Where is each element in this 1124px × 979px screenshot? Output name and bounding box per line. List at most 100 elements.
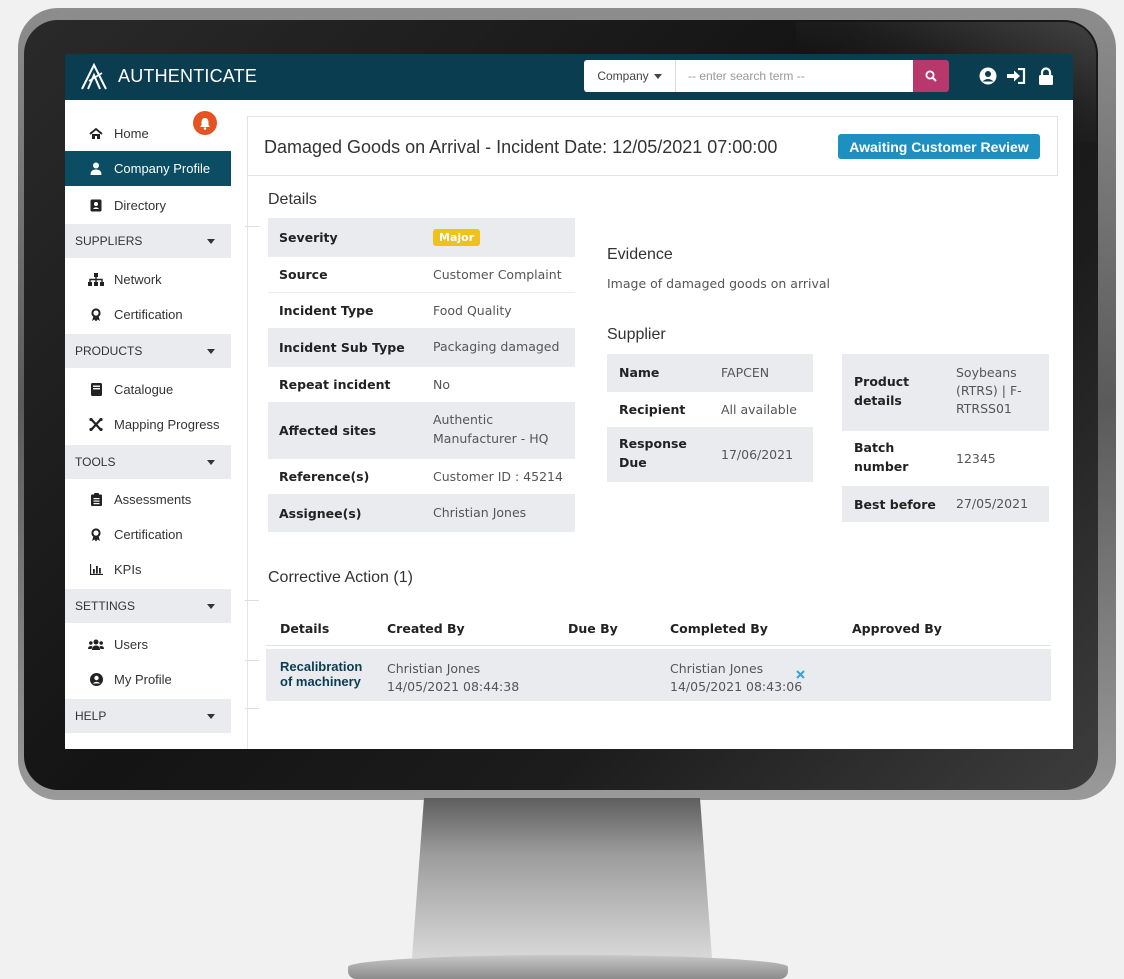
- logo-icon: [81, 63, 107, 90]
- section-label: HELP: [75, 709, 107, 723]
- search-button[interactable]: [913, 60, 949, 92]
- product-details-label-line1: Product: [854, 374, 910, 389]
- project-diagram-icon: [87, 418, 105, 432]
- sidebar-item-users[interactable]: Users: [65, 627, 231, 662]
- details-row-affected-sites: Affected sites Authentic Manufacturer - …: [268, 402, 575, 458]
- supplier-name-value: FAPCEN: [721, 364, 770, 380]
- product-row-batch: Batch number 12345: [842, 430, 1049, 486]
- column-header-completed-by: Completed By: [670, 621, 768, 636]
- sidebar-item-label: Users: [114, 637, 148, 652]
- product-details-label-line2: details: [854, 393, 902, 408]
- bell-icon: [200, 117, 210, 130]
- references-value: Customer ID : 45214: [433, 468, 563, 484]
- content-border: [247, 116, 248, 749]
- details-heading: Details: [268, 191, 317, 208]
- lock-icon: [1039, 67, 1053, 85]
- top-navbar: AUTHENTICATE Company: [65, 54, 1073, 100]
- severity-label: Severity: [279, 229, 338, 245]
- chevron-down-icon: [207, 348, 215, 354]
- response-due-value: 17/06/2021: [721, 446, 794, 462]
- sidebar-item-network[interactable]: Network: [65, 262, 231, 297]
- sidebar-item-my-profile[interactable]: My Profile: [65, 662, 231, 697]
- corrective-action-table-header: Details Created By Due By Completed By A…: [266, 603, 1051, 645]
- supplier-table: Name FAPCEN Recipient All available Resp…: [607, 354, 813, 482]
- page-title: Damaged Goods on Arrival - Incident Date…: [264, 137, 778, 157]
- section-label: SETTINGS: [75, 599, 136, 613]
- divider: [245, 600, 259, 601]
- search-scope-select[interactable]: Company: [584, 60, 676, 92]
- app-name: AUTHENTICATE: [118, 66, 258, 86]
- created-by-name: Christian Jones: [387, 661, 481, 676]
- details-row-references: Reference(s) Customer ID : 45214: [268, 458, 575, 494]
- best-before-value: 27/05/2021: [956, 496, 1029, 511]
- sidebar-section-settings[interactable]: SETTINGS: [65, 589, 231, 623]
- sidebar-item-certification[interactable]: Certification: [65, 297, 231, 332]
- corrective-action-details-line1: Recalibration: [280, 659, 363, 674]
- product-details-value-line3: RTRSS01: [956, 401, 1012, 416]
- source-label: Source: [279, 267, 328, 282]
- sidebar-section-help[interactable]: HELP: [65, 699, 231, 733]
- sidebar-item-assessments[interactable]: Assessments: [65, 482, 231, 517]
- incident-sub-type-label: Incident Sub Type: [279, 339, 405, 355]
- details-row-repeat-incident: Repeat incident No: [268, 366, 575, 402]
- response-due-label-line2: Due: [619, 455, 647, 470]
- monitor-stand-base: [348, 955, 788, 979]
- completed-by-date: 14/05/2021 08:43:06: [670, 679, 803, 694]
- sidebar-section-suppliers[interactable]: SUPPLIERS: [65, 224, 231, 258]
- chevron-down-icon: [207, 713, 215, 719]
- recipient-label: Recipient: [619, 402, 686, 417]
- corrective-action-details-line2: of machinery: [280, 674, 361, 689]
- incident-type-label: Incident Type: [279, 303, 374, 318]
- users-icon: [87, 638, 105, 652]
- close-icon[interactable]: [796, 670, 805, 679]
- details-row-assignees: Assignee(s) Christian Jones: [268, 494, 575, 532]
- sign-in-button[interactable]: [1005, 65, 1027, 87]
- section-label: SUPPLIERS: [75, 234, 143, 248]
- column-header-approved-by: Approved By: [852, 621, 942, 636]
- chevron-down-icon: [207, 603, 215, 609]
- chevron-down-icon: [207, 238, 215, 244]
- evidence-heading: Evidence: [607, 246, 673, 263]
- sidebar-item-mapping-progress[interactable]: Mapping Progress: [65, 407, 231, 442]
- best-before-label: Best before: [854, 496, 936, 512]
- sidebar-item-tools-certification[interactable]: Certification: [65, 517, 231, 552]
- sidebar-item-catalogue[interactable]: Catalogue: [65, 372, 231, 407]
- corrective-action-link[interactable]: Recalibration of machinery: [280, 659, 362, 689]
- sidebar-item-label: Network: [114, 272, 162, 287]
- sidebar-item-label: Assessments: [114, 492, 192, 507]
- corrective-action-heading: Corrective Action (1): [268, 569, 413, 586]
- sidebar-item-directory[interactable]: Directory: [65, 188, 231, 223]
- sitemap-icon: [87, 273, 105, 287]
- supplier-row-name: Name FAPCEN: [607, 354, 813, 391]
- sidebar-item-kpis[interactable]: KPIs: [65, 552, 231, 587]
- batch-number-label-line1: Batch: [854, 440, 895, 455]
- product-row-best-before: Best before 27/05/2021: [842, 486, 1049, 522]
- sidebar-section-products[interactable]: PRODUCTS: [65, 334, 231, 368]
- incident-sub-type-value: Packaging damaged: [433, 339, 560, 354]
- divider: [245, 708, 259, 709]
- sidebar-item-label: Certification: [114, 307, 183, 322]
- column-header-due-by: Due By: [568, 621, 618, 636]
- search-input[interactable]: [676, 60, 913, 92]
- affected-sites-value-line2: Manufacturer - HQ: [433, 431, 549, 446]
- details-table: Severity Major Source Customer Complaint…: [268, 218, 575, 532]
- sidebar: Home Company Profile Directory SUPPLIERS: [65, 100, 232, 749]
- user-account-button[interactable]: [977, 65, 999, 87]
- sidebar-item-label: My Profile: [114, 672, 172, 687]
- search-scope-label: Company: [597, 69, 649, 83]
- sidebar-section-tools[interactable]: TOOLS: [65, 445, 231, 479]
- product-row-details: Product details Soybeans (RTRS) | F- RTR…: [842, 354, 1049, 430]
- notification-button[interactable]: [193, 111, 217, 135]
- divider: [245, 226, 259, 227]
- affected-sites-label: Affected sites: [279, 422, 377, 438]
- home-icon: [87, 127, 105, 141]
- divider: [266, 645, 1051, 646]
- sidebar-item-label: KPIs: [114, 562, 142, 577]
- sidebar-item-label: Company Profile: [114, 161, 211, 176]
- batch-number-label-line2: number: [854, 459, 909, 474]
- lock-button[interactable]: [1035, 65, 1057, 87]
- sidebar-item-company-profile[interactable]: Company Profile: [65, 151, 231, 186]
- incident-type-value: Food Quality: [433, 302, 512, 318]
- search-icon: [925, 70, 937, 82]
- table-row[interactable]: Recalibration of machinery Christian Jon…: [266, 649, 1051, 701]
